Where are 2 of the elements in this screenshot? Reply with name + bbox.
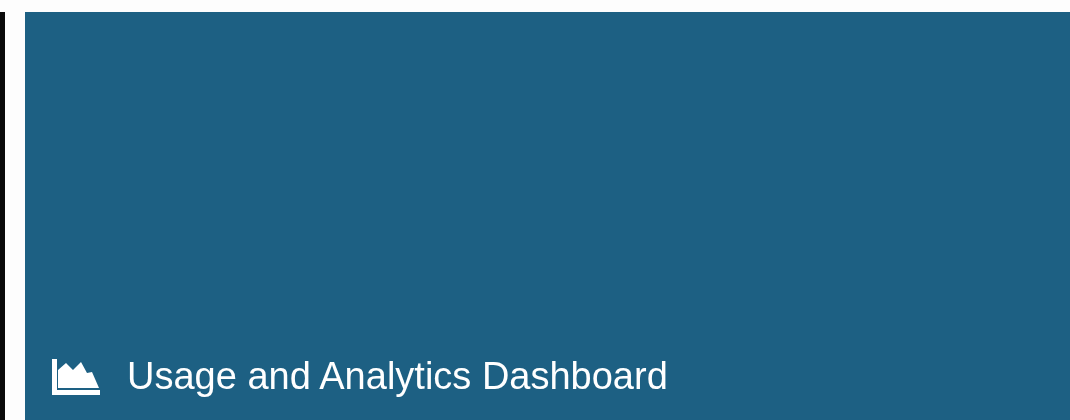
panel-title: Usage and Analytics Dashboard [127, 355, 668, 398]
area-chart-icon [52, 358, 100, 395]
